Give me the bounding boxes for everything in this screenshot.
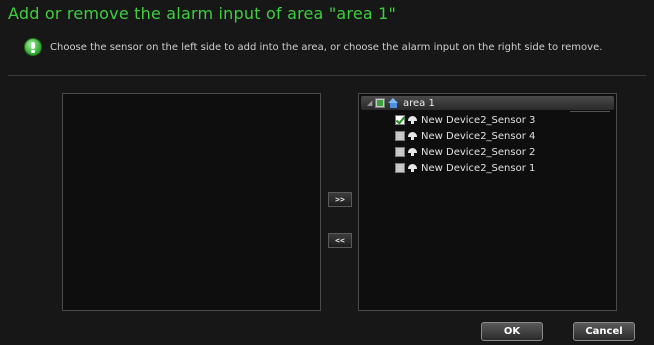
item-checkbox[interactable]	[395, 131, 405, 141]
sensor-icon	[408, 115, 417, 125]
tree-item[interactable]: New Device2_Sensor 4	[395, 128, 535, 144]
sensor-icon	[408, 163, 417, 173]
item-checkbox[interactable]	[395, 115, 405, 125]
tree-item-label: New Device2_Sensor 4	[421, 130, 536, 142]
hint-row: Choose the sensor on the left side to ad…	[24, 35, 602, 59]
info-bulb-icon	[24, 38, 42, 56]
sensor-icon	[408, 131, 417, 141]
tree-item[interactable]: New Device2_Sensor 1	[395, 160, 535, 176]
cancel-button[interactable]: Cancel	[573, 322, 635, 341]
ok-button[interactable]: OK	[481, 322, 543, 341]
available-sensors-list[interactable]	[62, 93, 321, 311]
expand-arrow-icon[interactable]: ◢	[367, 99, 375, 107]
item-checkbox[interactable]	[395, 147, 405, 157]
tree-root-label: area 1	[403, 97, 435, 109]
item-checkbox[interactable]	[395, 163, 405, 173]
tree-root-area[interactable]: ◢ area 1	[361, 96, 614, 110]
area-inputs-tree[interactable]: ◢ area 1 New Device2_Sensor 3 New Device…	[358, 93, 617, 311]
tree-item-label: New Device2_Sensor 2	[421, 146, 536, 158]
tree-item-label: New Device2_Sensor 3	[421, 114, 536, 126]
tree-item-label: New Device2_Sensor 1	[421, 162, 536, 174]
dialog-title: Add or remove the alarm input of area "a…	[8, 4, 397, 23]
tree-divider	[570, 111, 610, 112]
header-divider	[8, 75, 646, 76]
sensor-icon	[408, 147, 417, 157]
remove-from-area-button[interactable]: <<	[328, 233, 352, 248]
tree-item[interactable]: New Device2_Sensor 3	[395, 112, 535, 128]
hint-text: Choose the sensor on the left side to ad…	[50, 41, 603, 53]
home-icon	[388, 98, 399, 108]
tree-item[interactable]: New Device2_Sensor 2	[395, 144, 535, 160]
root-checkbox[interactable]	[375, 98, 385, 108]
add-to-area-button[interactable]: >>	[328, 192, 352, 207]
